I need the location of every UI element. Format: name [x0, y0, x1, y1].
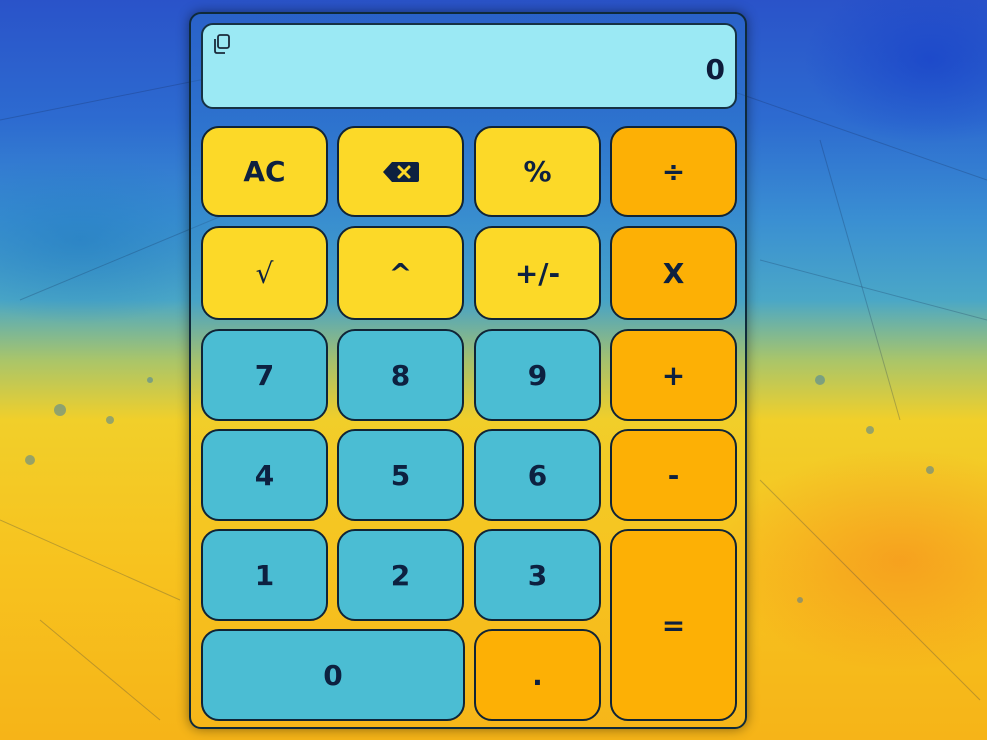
negate-button[interactable]: +/-	[474, 226, 601, 320]
power-button[interactable]: ^	[337, 226, 464, 320]
digit-4-label: 4	[254, 458, 275, 492]
digit-3-label: 3	[527, 558, 548, 592]
digit-9-label: 9	[527, 358, 548, 392]
clear-label: AC	[243, 155, 286, 188]
digit-8-button[interactable]: 8	[337, 329, 464, 421]
digit-0-label: 0	[323, 658, 343, 692]
multiply-button[interactable]: X	[610, 226, 737, 320]
copy-icon[interactable]	[211, 33, 233, 55]
percent-button[interactable]: %	[474, 126, 601, 217]
percent-label: %	[523, 155, 552, 188]
minus-button[interactable]: -	[610, 429, 737, 521]
digit-1-label: 1	[254, 558, 275, 592]
decimal-label: .	[532, 658, 543, 692]
divide-label: ÷	[661, 155, 686, 188]
divide-button[interactable]: ÷	[610, 126, 737, 217]
sqrt-button[interactable]: √	[201, 226, 328, 320]
digit-0-button[interactable]: 0	[201, 629, 465, 721]
digit-5-label: 5	[390, 458, 411, 492]
equals-label: =	[661, 608, 686, 642]
digit-1-button[interactable]: 1	[201, 529, 328, 621]
digit-3-button[interactable]: 3	[474, 529, 601, 621]
digit-8-label: 8	[390, 358, 411, 392]
backspace-button[interactable]	[337, 126, 464, 217]
plus-button[interactable]: +	[610, 329, 737, 421]
display-panel: 0	[201, 23, 737, 109]
minus-label: -	[667, 458, 680, 492]
multiply-label: X	[662, 256, 685, 290]
digit-9-button[interactable]: 9	[474, 329, 601, 421]
digit-7-button[interactable]: 7	[201, 329, 328, 421]
digit-6-button[interactable]: 6	[474, 429, 601, 521]
plus-label: +	[661, 358, 686, 392]
negate-label: +/-	[514, 256, 561, 290]
power-label: ^	[388, 256, 413, 290]
digit-2-button[interactable]: 2	[337, 529, 464, 621]
digit-2-label: 2	[390, 558, 411, 592]
digit-7-label: 7	[254, 358, 275, 392]
digit-4-button[interactable]: 4	[201, 429, 328, 521]
digit-6-label: 6	[527, 458, 548, 492]
sqrt-label: √	[255, 256, 274, 290]
calculator: 0 AC % ÷ √ ^ +/- X 7 8 9 + 4 5 6 - 1 2 3…	[189, 12, 747, 729]
clear-button[interactable]: AC	[201, 126, 328, 217]
decimal-button[interactable]: .	[474, 629, 601, 721]
digit-5-button[interactable]: 5	[337, 429, 464, 521]
equals-button[interactable]: =	[610, 529, 737, 721]
display-value: 0	[705, 53, 725, 86]
backspace-icon	[382, 161, 419, 182]
